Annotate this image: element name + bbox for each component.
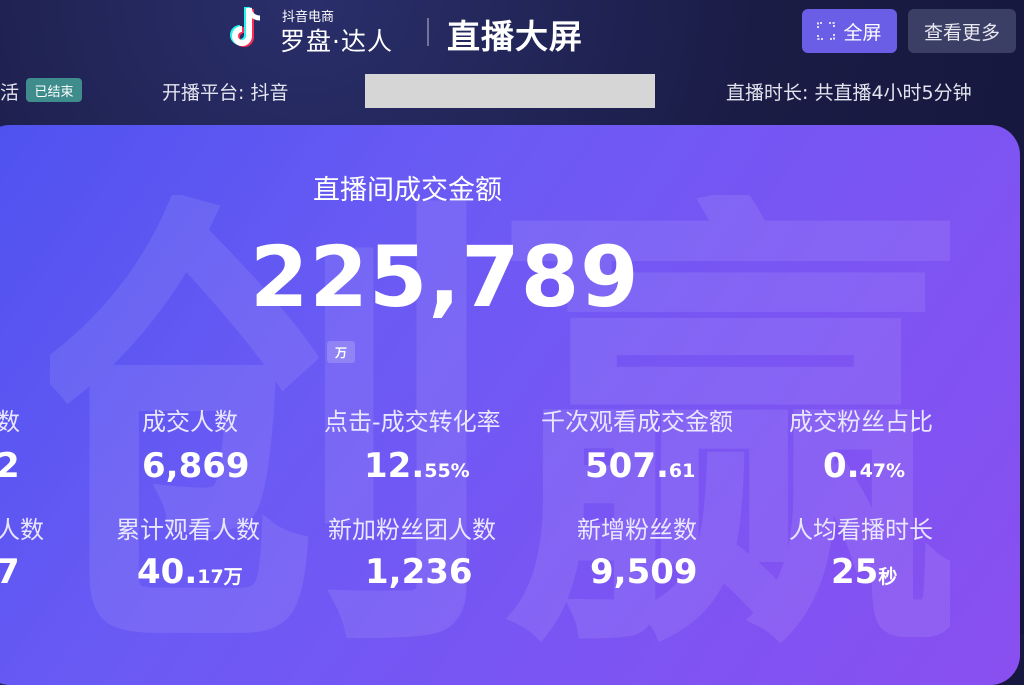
gmv-unit: 万	[327, 341, 355, 363]
douyin-logo-icon	[230, 7, 261, 47]
status-badge: 已结束	[26, 78, 82, 102]
metric-value: 25秒	[831, 552, 898, 592]
page-title: 直播大屏	[447, 17, 583, 56]
metric-value: 0.47%	[823, 446, 906, 486]
metric-value: 1,236	[365, 552, 473, 592]
platform-info: 开播平台: 抖音	[162, 82, 289, 104]
fullscreen-button[interactable]: 全屏	[802, 9, 897, 53]
header-divider	[427, 18, 429, 46]
expand-icon	[817, 22, 836, 40]
gmv-label: 直播间成交金额	[313, 175, 502, 206]
info-left-fragment: 活	[0, 82, 20, 104]
metric-value: 507.61	[585, 446, 696, 486]
metric-label: 数	[0, 408, 20, 436]
redacted-block	[365, 74, 655, 108]
brand-name: 罗盘·达人	[280, 27, 393, 56]
gmv-value: 225,789	[250, 228, 640, 326]
metric-label: 人数	[0, 516, 44, 544]
metric-label: 新加粉丝团人数	[328, 516, 496, 544]
metric-label: 成交粉丝占比	[789, 408, 933, 436]
metric-value: 7	[0, 552, 20, 592]
live-duration: 直播时长: 共直播4小时5分钟	[726, 82, 972, 104]
metric-value: 2	[0, 446, 20, 486]
fullscreen-label: 全屏	[843, 21, 882, 44]
metric-label: 成交人数	[142, 408, 238, 436]
metric-label: 千次观看成交金额	[541, 408, 733, 436]
header: 抖音电商 罗盘·达人 直播大屏 全屏 查看更多 活 已结束 开播平台: 抖音 直…	[0, 0, 1024, 120]
metric-label: 新增粉丝数	[577, 516, 697, 544]
metric-label: 人均看播时长	[789, 516, 933, 544]
metric-label: 点击-成交转化率	[324, 408, 501, 436]
metric-value: 6,869	[142, 446, 250, 486]
metric-value: 40.17万	[137, 552, 243, 592]
metric-value: 12.55%	[364, 446, 470, 486]
metric-value: 9,509	[590, 552, 698, 592]
view-more-button[interactable]: 查看更多	[908, 9, 1016, 53]
metric-label: 累计观看人数	[116, 516, 260, 544]
